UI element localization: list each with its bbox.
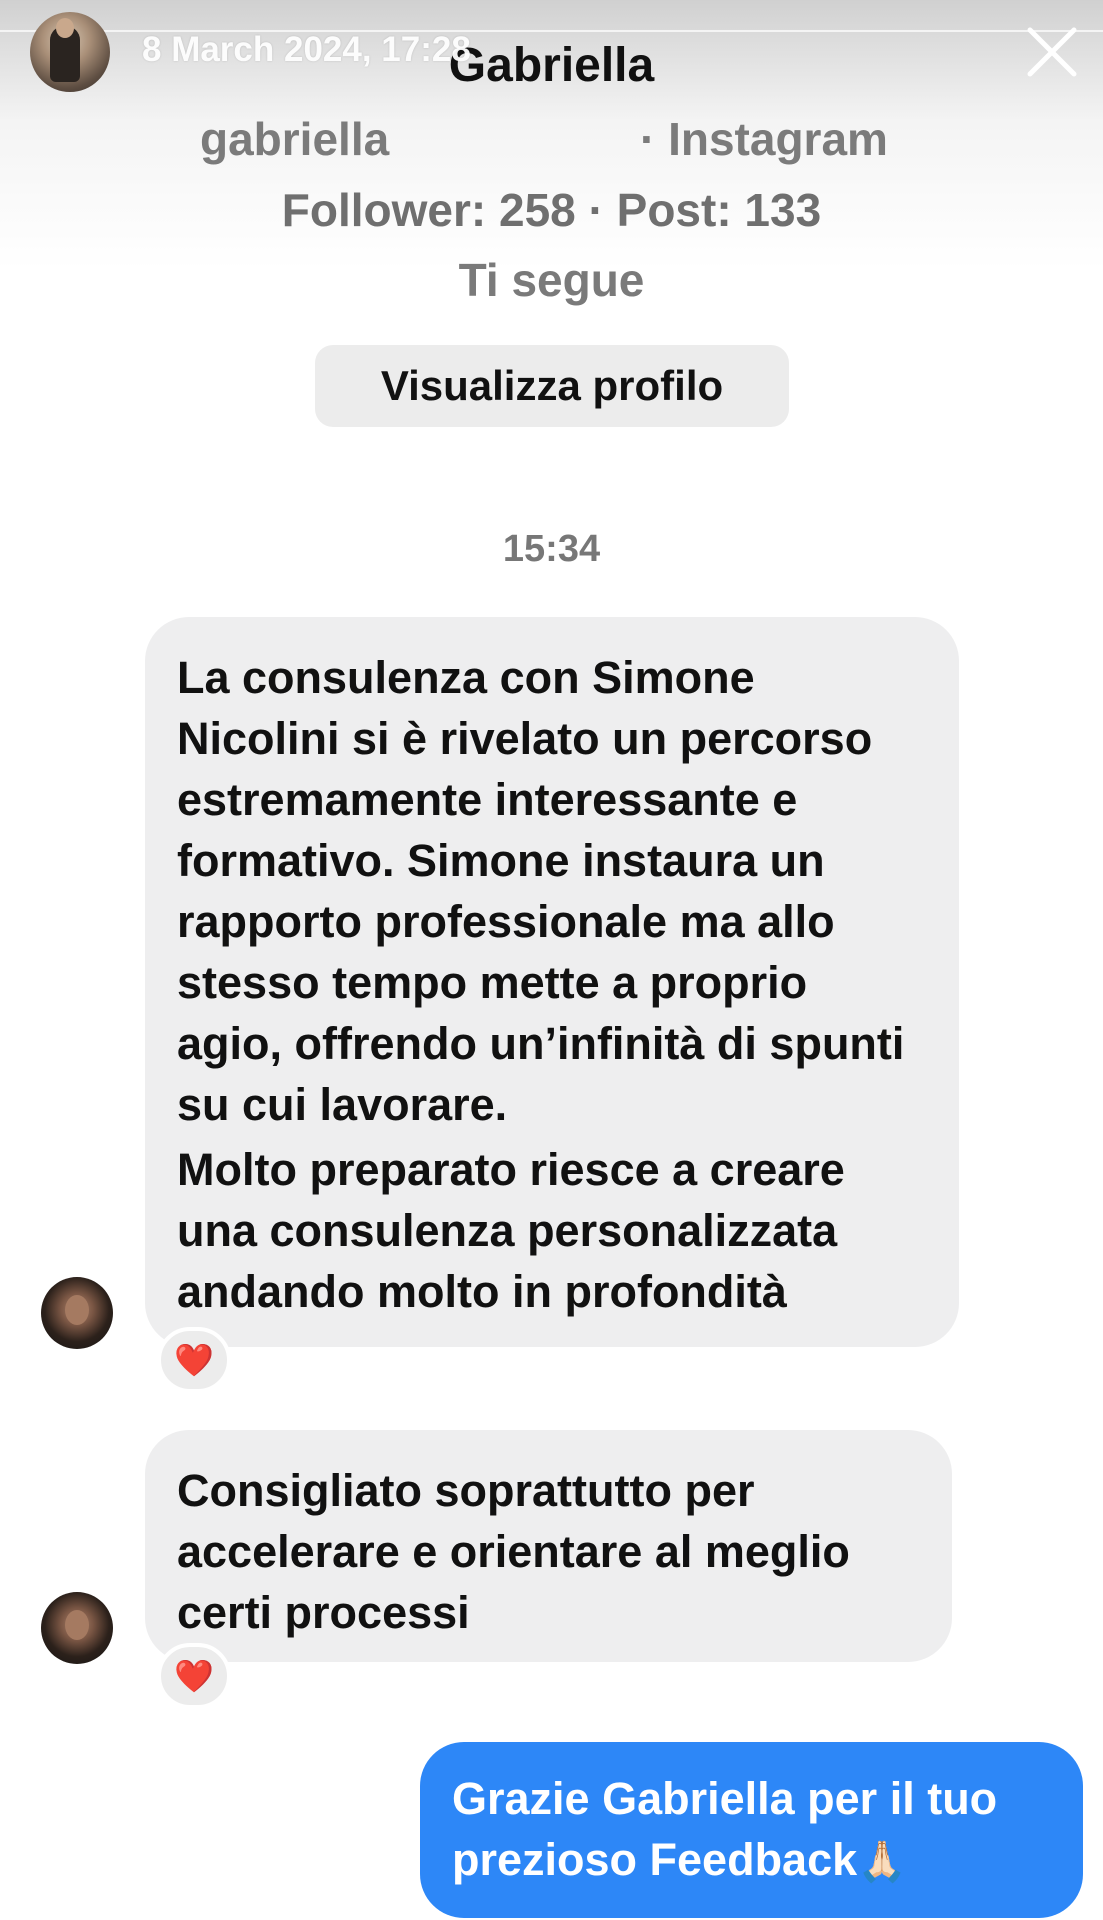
avatar-head — [56, 18, 74, 38]
message-paragraph: La consulenza con Simone Nicolini si è r… — [177, 652, 905, 1130]
outgoing-message-bubble[interactable]: Grazie Gabriella per il tuo prezioso Fee… — [420, 1742, 1083, 1918]
heart-reaction[interactable]: ❤️ — [157, 1643, 231, 1709]
praying-hands-icon: 🙏🏻 — [857, 1840, 907, 1884]
close-icon-svg — [1027, 27, 1077, 77]
chat-timestamp: 15:34 — [502, 528, 601, 570]
heart-icon: ❤️ — [174, 1342, 214, 1378]
sender-avatar[interactable] — [41, 1277, 113, 1349]
follows-you-label: Ti segue — [458, 254, 645, 306]
avatar-face — [65, 1295, 89, 1325]
heart-reaction[interactable]: ❤️ — [157, 1327, 231, 1393]
profile-stats: Follower: 258 · Post: 133 — [281, 184, 822, 236]
view-profile-button[interactable]: Visualizza profilo — [315, 345, 789, 427]
avatar-face — [65, 1610, 89, 1640]
incoming-message-bubble[interactable]: Consigliato soprattutto per accelerare e… — [145, 1430, 952, 1662]
incoming-message-bubble[interactable]: La consulenza con Simone Nicolini si è r… — [145, 617, 959, 1347]
message-paragraph: Consigliato soprattutto per accelerare e… — [177, 1465, 850, 1638]
message-text: Grazie Gabriella per il tuo prezioso Fee… — [452, 1773, 998, 1885]
profile-platform: · Instagram — [640, 113, 888, 165]
story-date: 8 March 2024, 17:28 — [142, 30, 471, 69]
message-paragraph: Molto preparato riesce a creare una cons… — [177, 1144, 845, 1317]
sender-avatar[interactable] — [41, 1592, 113, 1664]
story-avatar[interactable] — [30, 12, 110, 92]
heart-icon: ❤️ — [174, 1658, 214, 1694]
profile-handle: gabriella — [200, 113, 390, 165]
story-screen: Gabriella gabriella · Instagram Follower… — [0, 0, 1103, 1920]
close-icon[interactable] — [1022, 22, 1082, 82]
